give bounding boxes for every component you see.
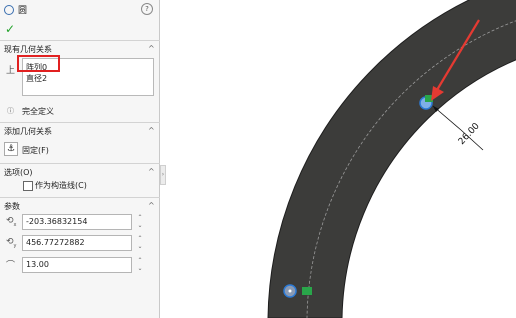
collapse-params-icon[interactable]: ^ — [148, 201, 155, 210]
radius-field[interactable]: 13.00 — [22, 257, 132, 273]
center-x-icon: ⟲x — [6, 216, 17, 228]
dimension-value[interactable]: 26.00 — [457, 121, 482, 147]
sketch-canvas[interactable]: 26.00 — [161, 0, 516, 318]
construction-label[interactable]: 作为构造线(C) — [35, 180, 87, 191]
fix-relation-icon[interactable]: ⚓ — [4, 142, 18, 156]
radius-spinner[interactable]: ⌃ ⌄ — [136, 257, 144, 273]
info-icon: ⓘ — [7, 107, 14, 115]
ok-button[interactable]: ✓ — [5, 22, 15, 36]
divider — [0, 122, 160, 123]
center-y-spinner[interactable]: ⌃ ⌄ — [136, 235, 144, 251]
relation-side-label: 上 — [6, 66, 16, 76]
construction-checkbox[interactable] — [23, 181, 33, 191]
list-item[interactable]: 直径2 — [26, 73, 47, 84]
collapse-existing-icon[interactable]: ^ — [148, 44, 155, 53]
existing-relations-title[interactable]: 现有几何关系 — [4, 44, 52, 55]
property-manager: 圆 ? ✓ 现有几何关系 ^ 上 阵列0 直径2 ⓘ 完全定义 添加几何关系 ^… — [0, 0, 160, 318]
panel-header: 圆 — [4, 3, 27, 16]
parameters-title[interactable]: 参数 — [4, 201, 20, 212]
fix-label[interactable]: 固定(F) — [22, 145, 49, 156]
center-x-field[interactable]: -203.36832154 — [22, 214, 132, 230]
highlight-box — [17, 55, 60, 72]
ring-shape — [267, 0, 516, 318]
relation-marker[interactable] — [302, 287, 312, 295]
status-text: 完全定义 — [22, 107, 54, 116]
add-relations-title[interactable]: 添加几何关系 — [4, 126, 52, 137]
center-y-field[interactable]: 456.77272882 — [22, 235, 132, 251]
divider — [0, 197, 160, 198]
collapse-add-icon[interactable]: ^ — [148, 126, 155, 135]
collapse-options-icon[interactable]: ^ — [148, 167, 155, 176]
center-y-icon: ⟲y — [6, 237, 17, 249]
options-title[interactable]: 选项(O) — [4, 167, 33, 178]
divider — [0, 40, 160, 41]
radius-icon: ⌒ — [6, 261, 16, 271]
lower-circle-center — [288, 289, 292, 293]
divider — [0, 163, 160, 164]
panel-title: 圆 — [18, 6, 28, 16]
help-button[interactable]: ? — [141, 3, 153, 15]
center-x-spinner[interactable]: ⌃ ⌄ — [136, 214, 144, 230]
circle-icon — [4, 4, 14, 15]
